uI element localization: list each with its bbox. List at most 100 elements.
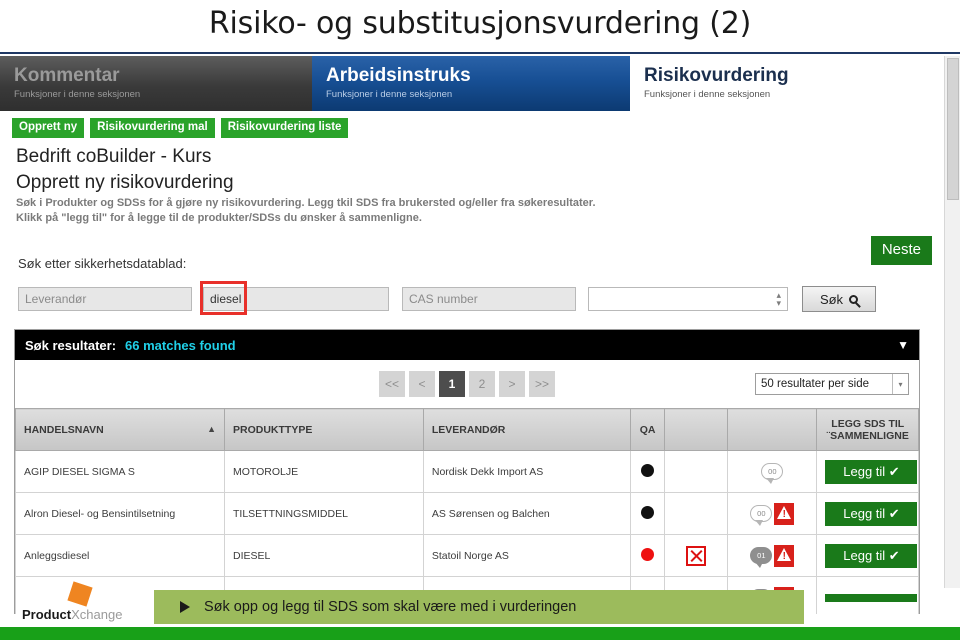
- tab-risikovurdering-title: Risikovurdering: [644, 65, 789, 86]
- tab-arbeidsinstruks-title: Arbeidsinstruks: [326, 65, 471, 86]
- chevron-down-icon[interactable]: ▾: [892, 374, 908, 394]
- product-name-input[interactable]: diesel: [203, 287, 389, 311]
- company-heading: Bedrift coBuilder - Kurs: [16, 146, 212, 167]
- comment-bubble-icon[interactable]: 00: [761, 463, 784, 484]
- col-leverandor[interactable]: LEVERANDØR: [422, 408, 631, 451]
- slide-root: Risiko- og substitusjonsvurdering (2) Ko…: [0, 0, 960, 640]
- results-label: Søk resultater:: [25, 337, 117, 353]
- cell-notes: 00: [727, 450, 818, 493]
- cell-flag: [664, 534, 729, 577]
- tab-risikovurdering[interactable]: Risikovurdering Funksjoner i denne seksj…: [630, 56, 932, 111]
- section-tabs: Kommentar Funksjoner i denne seksjonen A…: [0, 56, 932, 111]
- cas-number-input[interactable]: CAS number: [402, 287, 576, 311]
- col-handelsnavn[interactable]: HANDELSNAVN ▲: [15, 408, 225, 451]
- cell-handelsnavn: Alron Diesel- og Bensintilsetning: [15, 492, 225, 535]
- app-vertical-scrollbar[interactable]: [944, 56, 960, 588]
- cell-notes: 00: [727, 492, 818, 535]
- col-legg-sds-til-sammenligne: LEGG SDS TIL ¨SAMMENLIGNE: [816, 408, 919, 451]
- sort-ascending-icon: ▲: [207, 423, 216, 434]
- cell-leverandor: AS Sørensen og Balchen: [422, 492, 631, 535]
- page-last-button[interactable]: >>: [529, 371, 555, 397]
- risikovurdering-liste-button[interactable]: Risikovurdering liste: [220, 118, 349, 138]
- page-2-button[interactable]: 2: [469, 371, 495, 397]
- results-per-page-select[interactable]: 50 resultater per side ▾: [755, 373, 909, 395]
- tab-risikovurdering-subtitle: Funksjoner i denne seksjonen: [644, 89, 771, 100]
- section-heading: Opprett ny risikovurdering: [16, 172, 234, 193]
- cell-qa: [629, 534, 666, 577]
- qa-status-dot-icon: [641, 505, 655, 519]
- col-handelsnavn-label: HANDELSNAVN: [24, 423, 104, 436]
- cell-handelsnavn: AGIP DIESEL SIGMA S: [15, 450, 225, 493]
- page-1-button[interactable]: 1: [439, 371, 465, 397]
- qa-status-dot-icon: [641, 547, 655, 561]
- results-count: 66 matches found: [125, 337, 236, 353]
- intro-line-2: Klikk på "legg til" for å legge til de p…: [16, 212, 422, 224]
- results-table: HANDELSNAVN ▲ PRODUKTTYPE LEVERANDØR QA …: [15, 408, 919, 614]
- app-screenshot: Kommentar Funksjoner i denne seksjonen A…: [0, 52, 960, 614]
- page-prev-button[interactable]: <: [409, 371, 435, 397]
- search-button[interactable]: Søk: [802, 286, 876, 312]
- logo-text-bold: Product: [22, 607, 72, 622]
- col-blank-2: [727, 408, 818, 451]
- callout-banner-text: Søk opp og legg til SDS som skal være me…: [204, 599, 577, 615]
- col-produkttype[interactable]: PRODUKTTYPE: [224, 408, 424, 451]
- cell-leverandor: Nordisk Dekk Import AS: [422, 450, 631, 493]
- intro-line-1: Søk i Produkter og SDSs for å gjøre ny r…: [16, 197, 596, 209]
- search-icon: [849, 294, 859, 304]
- chevron-down-icon[interactable]: ▼: [897, 338, 909, 352]
- tab-kommentar-title: Kommentar: [14, 65, 120, 86]
- search-label: Søk etter sikkerhetsdatablad:: [18, 256, 187, 271]
- cell-produkttype: DIESEL: [224, 534, 424, 577]
- cell-qa: [629, 450, 666, 493]
- legg-til-button[interactable]: Legg til ✔: [825, 459, 918, 484]
- search-row: Leverandør diesel CAS number ▴ ▾ Søk: [18, 286, 876, 312]
- cell-produkttype: TILSETTNINGSMIDDEL: [224, 492, 424, 535]
- cell-add: Legg til ✔: [816, 450, 919, 493]
- table-row[interactable]: Alron Diesel- og Bensintilsetning TILSET…: [15, 492, 919, 535]
- red-x-icon[interactable]: [686, 545, 707, 566]
- note-icon-group: 00: [736, 463, 808, 484]
- cell-add: [816, 576, 919, 614]
- qa-status-dot-icon: [641, 463, 655, 477]
- risikovurdering-mal-button[interactable]: Risikovurdering mal: [90, 118, 215, 138]
- cell-produkttype: MOTOROLJE: [224, 450, 424, 493]
- cell-flag: [664, 492, 729, 535]
- cell-leverandor: Statoil Norge AS: [422, 534, 631, 577]
- col-blank-1: [664, 408, 729, 451]
- category-select[interactable]: ▴ ▾: [588, 287, 788, 311]
- results-panel: Søk resultater: 66 matches found ▼ << < …: [14, 329, 920, 614]
- pagination-row: << < 1 2 > >> 50 resultater per side ▾: [15, 360, 919, 408]
- productxchange-logo: ProductXchange: [22, 581, 142, 624]
- tab-kommentar[interactable]: Kommentar Funksjoner i denne seksjonen: [0, 56, 312, 111]
- legg-til-button[interactable]: [825, 593, 918, 602]
- table-row[interactable]: Anleggsdiesel DIESEL Statoil Norge AS 01: [15, 534, 919, 577]
- table-row[interactable]: AGIP DIESEL SIGMA S MOTOROLJE Nordisk De…: [15, 450, 919, 493]
- neste-button[interactable]: Neste: [870, 236, 932, 265]
- tab-kommentar-subtitle: Funksjoner i denne seksjonen: [14, 89, 141, 100]
- supplier-input[interactable]: Leverandør: [18, 287, 192, 311]
- legg-til-button[interactable]: Legg til ✔: [825, 543, 918, 568]
- legg-til-button[interactable]: Legg til ✔: [825, 501, 918, 526]
- cell-flag: [664, 450, 729, 493]
- comment-bubble-icon[interactable]: 01: [750, 547, 773, 568]
- table-header-row: HANDELSNAVN ▲ PRODUKTTYPE LEVERANDØR QA …: [15, 408, 919, 451]
- hazard-warning-icon[interactable]: [774, 502, 795, 525]
- page-next-button[interactable]: >: [499, 371, 525, 397]
- hazard-warning-icon[interactable]: [774, 544, 795, 567]
- cell-handelsnavn: Anleggsdiesel: [15, 534, 225, 577]
- opprett-ny-button[interactable]: Opprett ny: [12, 118, 85, 138]
- page-first-button[interactable]: <<: [379, 371, 405, 397]
- cell-qa: [629, 492, 666, 535]
- pagination: << < 1 2 > >>: [379, 371, 555, 397]
- spinner-arrows-icon: ▴ ▾: [776, 290, 781, 308]
- arrow-bullet-icon: [180, 601, 190, 613]
- cell-add: Legg til ✔: [816, 534, 919, 577]
- col-qa[interactable]: QA: [629, 408, 666, 451]
- tab-arbeidsinstruks[interactable]: Arbeidsinstruks Funksjoner i denne seksj…: [312, 56, 630, 111]
- scrollbar-thumb[interactable]: [947, 58, 959, 200]
- comment-bubble-icon[interactable]: 00: [750, 505, 773, 526]
- callout-banner: Søk opp og legg til SDS som skal være me…: [154, 590, 804, 624]
- results-header-bar[interactable]: Søk resultater: 66 matches found ▼: [15, 330, 919, 360]
- intro-text: Søk i Produkter og SDSs for å gjøre ny r…: [16, 196, 596, 226]
- cell-notes: 01: [727, 534, 818, 577]
